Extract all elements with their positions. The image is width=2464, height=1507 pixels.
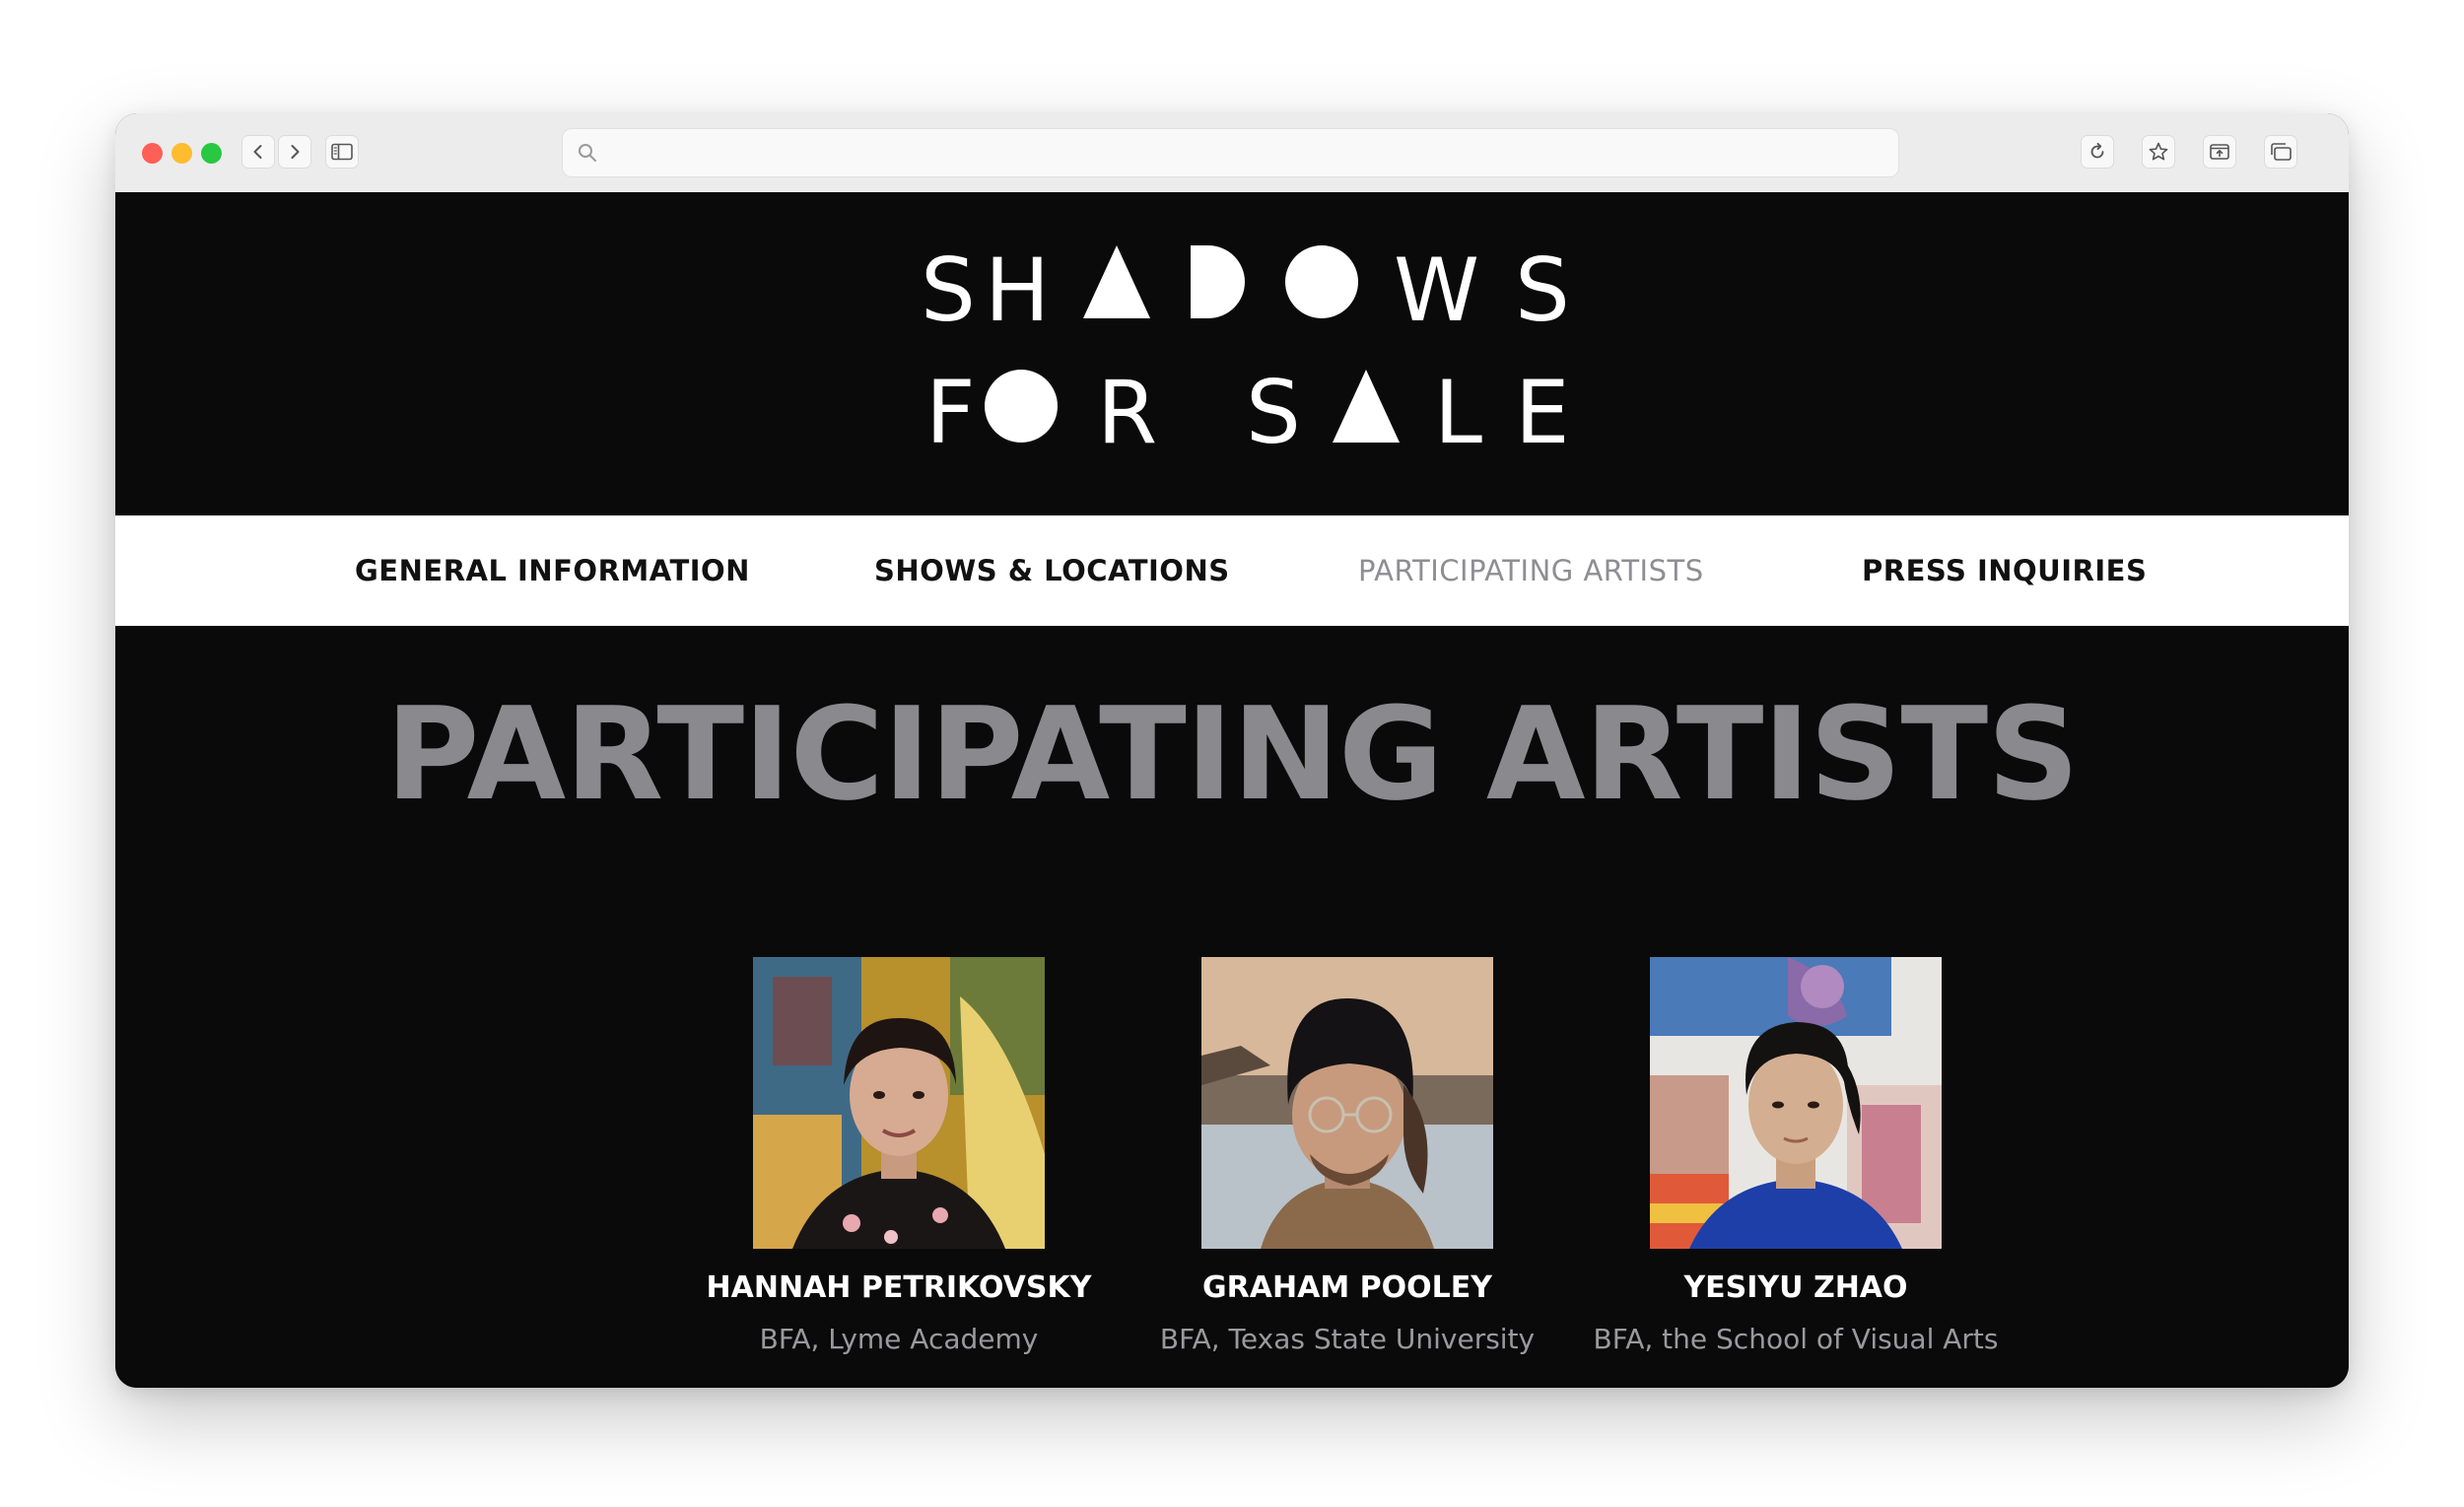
address-bar[interactable] [562,128,1899,177]
nav-shows-locations[interactable]: SHOWS & LOCATIONS [874,515,1230,626]
search-icon [579,144,596,162]
logo-letter-r: R [1097,362,1157,463]
artist-card[interactable]: GRAHAM POOLEY BFA, Texas State Universit… [1101,957,1594,1356]
logo-circle-o [1285,245,1358,318]
artist-photo[interactable] [753,957,1045,1249]
logo-circle-o2 [985,370,1058,443]
artist-school: BFA, the School of Visual Arts [1593,1323,1999,1355]
browser-toolbar [115,113,2349,193]
logo-letter-f: F [925,362,976,463]
main-content: PARTICIPATING ARTISTS HANNAH PETRIKOVSKY… [115,626,2349,1388]
logo-letter-h: H [985,240,1050,341]
bookmark-star-icon [2149,142,2168,161]
logo-letter-w: W [1394,240,1479,341]
close-window-button[interactable] [142,143,163,164]
back-button[interactable] [241,135,275,169]
page-title: PARTICIPATING ARTISTS [385,679,2080,829]
nav-press-inquiries[interactable]: PRESS INQUIRIES [1862,515,2147,626]
logo-letter-l: L [1434,362,1482,463]
sidebar-toggle-button[interactable] [325,135,359,169]
maximize-window-button[interactable] [201,143,222,164]
forward-icon [291,145,300,159]
artist-name[interactable]: YESIYU ZHAO [1549,1270,2042,1306]
tabs-icon [2271,143,2292,161]
site-header: S H W S F R S L E [115,192,2349,515]
logo-half-circle-d [1191,245,1245,318]
forward-button[interactable] [278,135,311,169]
minimize-window-button[interactable] [171,143,192,164]
logo-letter-s2: S [1515,240,1570,341]
artist-name[interactable]: GRAHAM POOLEY [1101,1270,1594,1306]
bookmark-button[interactable] [2142,135,2175,169]
share-button[interactable] [2203,135,2236,169]
logo-letter-s3: S [1246,362,1301,463]
browser-window: S H W S F R S L E GENERAL INFORMATION SH… [115,113,2349,1388]
artist-card[interactable]: YESIYU ZHAO BFA, the School of Visual Ar… [1549,957,2042,1356]
share-icon [2210,144,2229,160]
artist-photo[interactable] [1201,957,1493,1249]
artist-photo[interactable] [1650,957,1942,1249]
nav-general-information[interactable]: GENERAL INFORMATION [355,515,750,626]
back-icon [253,145,262,159]
artist-school: BFA, Texas State University [1159,1323,1536,1355]
artist-name[interactable]: HANNAH PETRIKOVSKY [652,1270,1145,1306]
sidebar-icon [331,143,353,161]
logo-triangle-a2 [1333,370,1400,443]
logo-letter-s: S [921,240,976,341]
logo-triangle-a [1083,245,1150,318]
logo-letter-e: E [1515,362,1570,463]
reload-icon [2090,142,2104,159]
artist-school: BFA, Lyme Academy [759,1323,1039,1355]
site-logo[interactable]: S H W S F R S L E [115,192,2349,515]
reload-button[interactable] [2081,135,2114,169]
tabs-button[interactable] [2264,135,2297,169]
artist-card[interactable]: HANNAH PETRIKOVSKY BFA, Lyme Academy [652,957,1145,1356]
main-nav: GENERAL INFORMATION SHOWS & LOCATIONS PA… [115,515,2349,626]
nav-participating-artists[interactable]: PARTICIPATING ARTISTS [1358,515,1704,626]
